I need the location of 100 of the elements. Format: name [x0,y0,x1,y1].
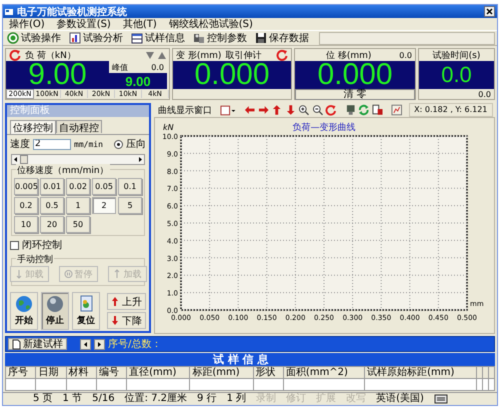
column-header[interactable]: 日期 [36,366,66,378]
meter-label: 负 荷（kN） [25,50,76,62]
zoom-in-icon[interactable] [298,104,310,116]
load-value: 9.00 [6,61,109,89]
left-arrow-icon[interactable] [244,104,256,116]
status-item: 英语(美国) [376,393,424,405]
speed-button[interactable]: 10 [14,216,38,233]
chart-icon[interactable] [391,104,403,116]
right-arrow-icon[interactable] [258,104,270,116]
position-label: 序号/总数： [108,338,162,351]
speed-button[interactable]: 1 [66,197,90,214]
peak-label: 峰值 [112,62,128,72]
displacement-value: 0.000 [295,61,415,89]
refresh-icon[interactable] [276,49,288,61]
closed-loop-label: 闭环控制 [22,238,62,252]
status-item: 1 节 [62,393,82,405]
toolbar-button[interactable]: 试样信息 [129,32,187,44]
speed-button[interactable]: 0.1 [118,178,142,195]
status-item: 位置: 7.2厘米 [124,393,188,405]
speed-button[interactable]: 20 [40,216,64,233]
zoom-out-icon[interactable] [312,104,324,116]
speed-button[interactable]: 0.5 [40,197,64,214]
refresh-icon[interactable] [9,49,21,61]
status-item: 扩展 [316,393,336,405]
panel-title: 控制面板 [7,105,149,117]
menu-item[interactable]: 其他(T) [116,17,163,31]
status-item: 修订 [286,393,306,405]
action-button[interactable]: 停止 [41,292,69,330]
down-arrow-icon[interactable] [284,104,296,116]
menu-item[interactable]: 参数设置(S) [50,17,117,31]
tools-icon [193,32,205,44]
document-icon [12,338,21,350]
up-triangle-icon[interactable] [158,52,166,58]
refresh-icon[interactable] [325,104,337,116]
dropdown-icon[interactable] [220,104,236,116]
scroll-left-icon[interactable] [12,155,20,164]
next-icon[interactable] [94,338,105,350]
speed-button[interactable]: 0.2 [14,197,38,214]
arrow-icon [14,269,24,279]
meter-reading: 0.0 [478,90,491,98]
time-value: 0.0 [419,61,494,89]
column-header[interactable]: 编号 [96,366,127,378]
speed-button[interactable]: 0.01 [40,178,64,195]
close-icon[interactable] [484,6,495,17]
keyboard-icon [434,394,448,404]
jog-button[interactable]: 上升 [107,293,146,310]
action-button[interactable]: 开始 [10,292,38,330]
speed-label: 速度 [10,138,30,151]
closed-loop-checkbox[interactable] [10,240,19,250]
column-header[interactable]: 序号 [6,366,36,378]
previous-icon[interactable] [80,338,91,350]
down-triangle-icon[interactable] [146,52,154,58]
toolbar-button[interactable]: 保存数据 [253,32,311,44]
arrow-icon [112,269,122,279]
direction-label: 压向 [126,138,146,151]
column-header[interactable]: 标距(mm) [190,366,254,378]
speed-field[interactable]: 2 [33,138,71,150]
speed-button[interactable]: 0.02 [66,178,90,195]
speed-button[interactable]: 5 [118,197,142,214]
window-title: 电子万能试验机测控系统 [17,6,128,18]
tab[interactable]: 自动程控 [56,120,102,133]
column-header[interactable]: 形状 [253,366,284,378]
direction-radio[interactable] [114,140,123,148]
status-item: 改写 [346,393,366,405]
table-icon [131,32,143,44]
column-header[interactable]: 直径(mm) [126,366,190,378]
zero-button[interactable]: 清 零 [295,89,415,100]
peak-reading: 0.0 [151,62,164,72]
axis-label: kN [163,123,174,132]
toolbar-button[interactable]: 试验分析 [67,32,125,44]
speed-button[interactable]: 0.05 [92,178,116,195]
status-item: 5 页 [33,393,53,405]
menu-item[interactable]: 钢绞线松弛试验(S) [162,17,259,31]
toolbar-button[interactable]: 控制参数 [191,32,249,44]
speed-button[interactable]: 0.005 [14,178,38,195]
meter-reading: 0.0 [399,50,412,60]
column-header[interactable]: 面积(mm^2) [283,366,365,378]
meter-label: 变 形(mm) [176,50,222,62]
toolbar-button[interactable]: 试验操作 [5,32,63,44]
scroll-right-icon[interactable] [136,155,144,164]
menu-item[interactable]: 操作(O) [3,17,51,31]
speed-unit: mm/min [74,140,104,148]
speed-button[interactable]: 2 [92,197,116,214]
column-header[interactable]: 试样原始标距(mm) [364,366,476,378]
window-label[interactable]: 曲线显示窗口 [156,104,218,116]
section-title: 试 样 信 息 [5,353,495,366]
pause-icon [64,269,72,279]
monitor-icon[interactable] [344,104,356,116]
meter-label: 位 移(mm) [326,50,372,62]
action-button[interactable]: 复位 [72,292,100,330]
new-specimen-button[interactable]: 新建试样 [8,338,67,350]
column-header[interactable]: 材料 [66,366,96,378]
up-arrow-icon[interactable] [271,104,283,116]
coordinates-readout: X: 0.182 , Y: 6.121 [408,103,493,117]
tab[interactable]: 位移控制 [10,120,56,134]
app-icon [5,8,13,14]
export-icon[interactable] [372,104,384,116]
jog-button[interactable]: 下降 [107,312,146,329]
slider-thumb[interactable] [20,155,28,164]
speed-button[interactable]: 50 [66,216,90,233]
